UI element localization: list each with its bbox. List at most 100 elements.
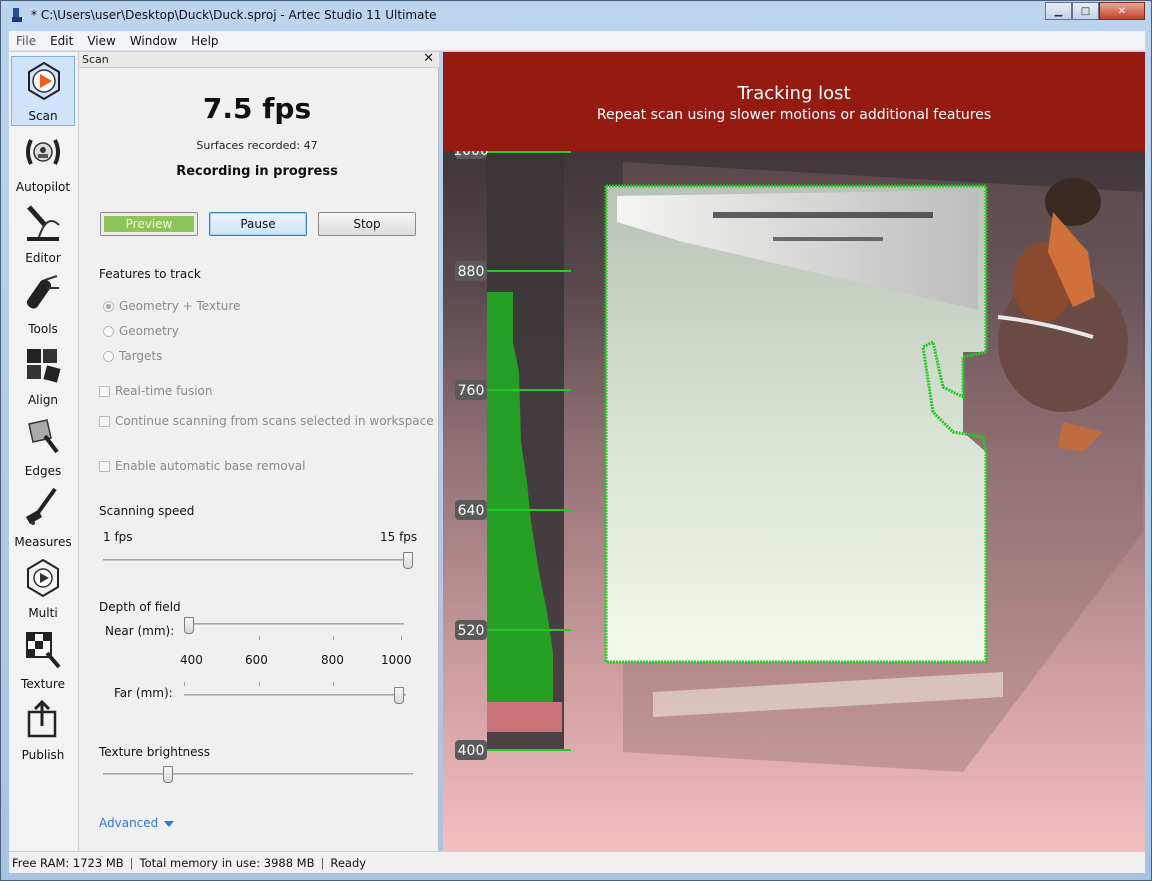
tool-label: Editor xyxy=(25,251,61,265)
status-state: Ready xyxy=(330,855,367,870)
status-separator: | xyxy=(129,855,134,870)
radio-indicator xyxy=(103,350,114,362)
banner-title: Tracking lost xyxy=(737,83,851,104)
menu-help[interactable]: Help xyxy=(184,34,225,48)
scanning-speed-thumb[interactable] xyxy=(403,552,413,569)
texture-brightness-slider[interactable] xyxy=(103,773,413,775)
stop-button[interactable]: Stop xyxy=(318,212,416,236)
advanced-toggle[interactable]: Advanced xyxy=(99,816,175,830)
near-label: Near (mm): xyxy=(105,624,175,638)
depth-of-field-label: Depth of field xyxy=(99,600,181,614)
scan-icon xyxy=(28,61,60,101)
near-slider[interactable] xyxy=(184,623,404,625)
tool-editor[interactable]: Editor xyxy=(11,199,75,269)
pause-button[interactable]: Pause xyxy=(209,212,307,236)
tool-multi[interactable]: Multi xyxy=(11,554,75,624)
free-ram: Free RAM: 1723 MB xyxy=(12,855,124,870)
advanced-label: Advanced xyxy=(99,816,159,830)
tick xyxy=(401,636,402,640)
menu-view[interactable]: View xyxy=(80,34,122,48)
tracking-lost-banner: Tracking lost Repeat scan using slower m… xyxy=(443,52,1145,151)
depth-tick-label: 800 xyxy=(321,653,344,667)
panel-header: Scan ✕ xyxy=(79,51,439,68)
depth-tick-label: 400 xyxy=(180,653,203,667)
tick xyxy=(333,682,334,686)
depth-tick-label: 1000 xyxy=(381,653,412,667)
publish-icon xyxy=(27,700,57,738)
speed-max-label: 15 fps xyxy=(380,530,418,544)
window-title: * C:\Users\user\Desktop\Duck\Duck.sproj … xyxy=(31,8,437,22)
depth-label: 880 xyxy=(458,264,485,280)
tool-label: Publish xyxy=(21,748,65,762)
far-thumb[interactable] xyxy=(394,687,404,704)
radio-targets[interactable]: Targets xyxy=(103,349,162,363)
checkbox-label: Continue scanning from scans selected in… xyxy=(115,414,434,428)
app-window: * C:\Users\user\Desktop\Duck\Duck.sproj … xyxy=(0,0,1152,881)
texture-brightness-label: Texture brightness xyxy=(99,745,211,759)
texture-brightness-thumb[interactable] xyxy=(163,766,173,783)
menu-edit[interactable]: Edit xyxy=(43,34,80,48)
panel-title: Scan xyxy=(82,53,109,66)
far-label: Far (mm): xyxy=(114,686,173,700)
menu-file[interactable]: File xyxy=(9,34,43,48)
tick xyxy=(184,682,185,686)
depth-label: 640 xyxy=(458,503,485,519)
texture-icon xyxy=(26,632,61,669)
tool-align[interactable]: Align xyxy=(11,341,75,411)
tool-label: Multi xyxy=(28,606,58,620)
maximize-button[interactable]: □ xyxy=(1072,2,1099,20)
autopilot-icon xyxy=(26,139,60,165)
tool-tools[interactable]: Tools xyxy=(11,270,75,340)
tool-texture[interactable]: Texture xyxy=(11,625,75,695)
tick xyxy=(333,636,334,640)
radio-geometry-texture[interactable]: Geometry + Texture xyxy=(103,299,240,313)
far-slider[interactable] xyxy=(184,694,406,696)
title-bar[interactable]: * C:\Users\user\Desktop\Duck\Duck.sproj … xyxy=(1,1,1151,31)
speed-min-label: 1 fps xyxy=(103,530,133,544)
tick xyxy=(259,682,260,686)
checkbox-base-removal[interactable]: Enable automatic base removal xyxy=(99,459,305,473)
radio-indicator xyxy=(103,300,114,312)
tool-label: Align xyxy=(27,393,59,407)
radio-geometry[interactable]: Geometry xyxy=(103,324,179,338)
tool-measures[interactable]: Measures xyxy=(11,483,75,553)
recording-status: Recording in progress xyxy=(176,164,338,179)
tool-label: Autopilot xyxy=(15,180,71,194)
plank-gap xyxy=(773,237,883,241)
tools-icon xyxy=(26,275,59,309)
menu-bar: File Edit View Window Help xyxy=(9,31,1145,51)
radio-label: Geometry xyxy=(119,324,179,338)
depth-label: 760 xyxy=(458,383,485,399)
checkbox-continue-scanning[interactable]: Continue scanning from scans selected in… xyxy=(99,414,434,428)
tool-label: Measures xyxy=(14,535,72,549)
tool-label: Edges xyxy=(24,464,62,478)
preview-button-label: Preview xyxy=(104,216,194,232)
tool-label: Scan xyxy=(28,109,58,123)
checkbox-indicator xyxy=(99,415,110,427)
tool-scan[interactable]: Scan xyxy=(11,56,75,126)
close-panel-icon[interactable]: ✕ xyxy=(423,51,434,66)
tool-publish[interactable]: Publish xyxy=(11,696,75,766)
radio-label: Geometry + Texture xyxy=(119,299,241,313)
tool-sidebar: Scan Autopilot Editor Tools Align Edges … xyxy=(9,52,79,851)
depth-label: 520 xyxy=(458,623,485,639)
minimize-button[interactable]: ▁ xyxy=(1045,2,1072,20)
checkbox-indicator xyxy=(99,385,110,397)
plank-gap xyxy=(713,212,933,218)
checkbox-indicator xyxy=(99,460,110,472)
scanning-speed-slider[interactable] xyxy=(103,559,413,561)
preview-button[interactable]: Preview xyxy=(100,212,198,236)
tool-edges[interactable]: Edges xyxy=(11,412,75,482)
checkbox-label: Real-time fusion xyxy=(115,384,213,398)
status-separator: | xyxy=(320,855,325,870)
scan-panel: Scan ✕ 7.5 fps Surfaces recorded: 47 Rec… xyxy=(79,51,439,851)
close-button[interactable]: ✕ xyxy=(1099,2,1145,20)
near-thumb[interactable] xyxy=(184,617,194,634)
checkbox-realtime-fusion[interactable]: Real-time fusion xyxy=(99,384,213,398)
tool-autopilot[interactable]: Autopilot xyxy=(11,128,75,198)
align-icon xyxy=(27,349,61,383)
tool-label: Tools xyxy=(28,322,58,336)
depth-histogram-near xyxy=(487,702,562,732)
scan-viewport[interactable]: 1000 880 760 640 520 400 Tracking lost R… xyxy=(443,52,1145,851)
menu-window[interactable]: Window xyxy=(123,34,184,48)
